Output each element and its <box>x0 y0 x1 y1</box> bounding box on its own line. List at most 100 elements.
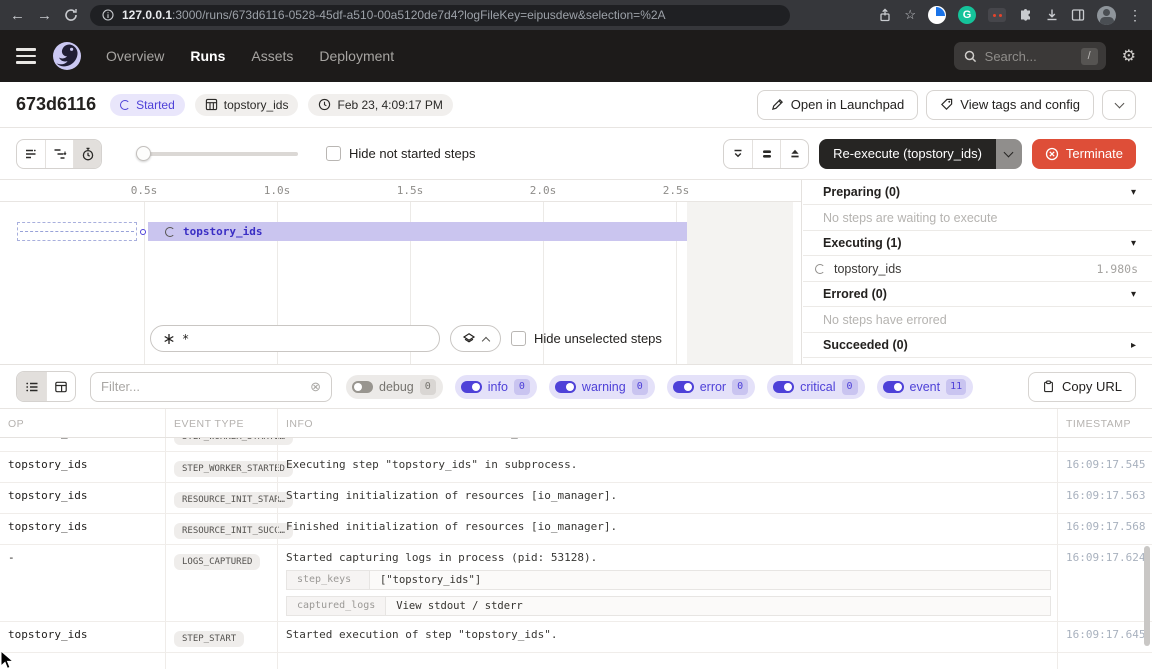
global-search-input[interactable]: Search... / <box>954 42 1106 70</box>
download-icon[interactable] <box>1045 8 1059 22</box>
metadata-key: captured_logs <box>286 596 386 616</box>
log-level-toggle-event[interactable]: event11 <box>877 375 974 399</box>
log-structured-view-button[interactable] <box>46 372 75 401</box>
log-op-cell: topstory_ids <box>0 452 165 482</box>
toggle-knob <box>894 383 902 391</box>
log-table-filler-row <box>0 653 1152 669</box>
log-info-cell: Started execution of step "topstory_ids"… <box>277 622 1057 652</box>
browser-reload-icon[interactable] <box>64 8 78 22</box>
nav-item-runs[interactable]: Runs <box>190 48 225 64</box>
metadata-link[interactable]: View stdout / stderr <box>386 596 1051 616</box>
job-tag-label: topstory_ids <box>224 98 289 112</box>
extensions-puzzle-icon[interactable] <box>1018 8 1033 23</box>
status-section-header-succeeded[interactable]: Succeeded (0)▸ <box>803 333 1152 358</box>
status-section-header-errored[interactable]: Errored (0)▾ <box>803 282 1152 307</box>
run-more-actions-button[interactable] <box>1102 90 1136 120</box>
log-level-toggle-info[interactable]: info0 <box>455 375 537 399</box>
log-info-text: Launching subprocess for "topstory_ids". <box>286 438 1049 439</box>
status-empty-message: No steps have errored <box>803 307 1152 333</box>
browser-forward-icon[interactable]: → <box>37 8 52 23</box>
log-level-count-badge: 0 <box>842 379 858 395</box>
log-level-toggle-warning[interactable]: warning0 <box>549 375 655 399</box>
log-list-view-button[interactable] <box>17 372 46 401</box>
browser-url-bar[interactable]: 127.0.0.1:3000/runs/673d6116-0528-45df-a… <box>90 5 790 26</box>
metadata-key: step_keys <box>286 570 370 590</box>
view-tags-config-button[interactable]: View tags and config <box>926 90 1094 120</box>
table-row[interactable]: topstory_idsRESOURCE_INIT_SUCC…Finished … <box>0 514 1152 545</box>
log-op-cell: topstory_ids <box>0 483 165 513</box>
step-filter-input[interactable] <box>182 332 427 346</box>
browser-back-icon[interactable]: ← <box>10 8 25 23</box>
grammarly-extension-icon[interactable]: G <box>958 6 976 24</box>
hide-unselected-checkbox-row: Hide unselected steps <box>511 331 662 346</box>
step-status-panel: Preparing (0)▾No steps are waiting to ex… <box>803 180 1152 364</box>
nav-item-assets[interactable]: Assets <box>251 48 293 64</box>
gantt-view-mode-group <box>16 139 102 169</box>
log-level-label: event <box>910 380 941 394</box>
table-row[interactable]: topstory_idsRESOURCE_INIT_STAR…Starting … <box>0 483 1152 514</box>
log-op-cell: topstory_ids <box>0 438 165 452</box>
gantt-step-bar[interactable]: topstory_ids <box>148 222 687 241</box>
terminate-button[interactable]: Terminate <box>1032 139 1136 169</box>
nav-item-deployment[interactable]: Deployment <box>319 48 394 64</box>
toggle-knob <box>354 383 362 391</box>
log-scrollbar-thumb[interactable] <box>1144 546 1150 646</box>
extension-clock-icon[interactable] <box>928 6 946 24</box>
view-mode-flat-button[interactable] <box>17 140 45 168</box>
column-header-event-type: EVENT TYPE <box>165 409 277 437</box>
log-level-toggle-critical[interactable]: critical0 <box>767 375 864 399</box>
status-section-title: Executing (1) <box>823 236 1131 250</box>
graph-query-toggle-button[interactable] <box>450 325 501 352</box>
open-in-launchpad-button[interactable]: Open in Launchpad <box>757 90 918 120</box>
hamburger-menu-icon[interactable] <box>16 48 36 63</box>
log-info-text: Executing step "topstory_ids" in subproc… <box>286 458 1049 471</box>
settings-gear-icon[interactable]: ⚙ <box>1122 46 1136 66</box>
gantt-future-region <box>687 202 793 364</box>
view-mode-timed-button[interactable] <box>73 140 101 168</box>
log-filter-input[interactable] <box>101 379 302 394</box>
hide-unselected-checkbox[interactable] <box>511 331 526 346</box>
expand-rows-button[interactable] <box>752 140 780 168</box>
site-info-icon[interactable] <box>102 9 114 21</box>
log-filter-input-wrap: ⊗ <box>90 372 332 402</box>
table-row[interactable]: -LOGS_CAPTUREDStarted capturing logs in … <box>0 545 1152 622</box>
nav-item-overview[interactable]: Overview <box>106 48 164 64</box>
run-start-time: Feb 23, 4:09:17 PM <box>308 94 452 116</box>
status-section-header-preparing[interactable]: Preparing (0)▾ <box>803 180 1152 205</box>
dagster-logo[interactable] <box>52 41 82 71</box>
table-row[interactable]: topstory_idsSTEP_WORKER_STARTI…Launching… <box>0 438 1152 452</box>
gantt-time-axis: 0.5s1.0s1.5s2.0s2.5s <box>0 180 801 202</box>
event-type-badge: STEP_WORKER_STARTED <box>174 461 293 477</box>
column-header-info: INFO <box>277 409 1057 437</box>
status-section-title: Errored (0) <box>823 287 1131 301</box>
toggle-switch-icon <box>555 381 576 393</box>
browser-profile-avatar[interactable] <box>1097 6 1116 25</box>
job-tag[interactable]: topstory_ids <box>195 94 299 116</box>
collapse-up-button[interactable] <box>780 140 808 168</box>
slider-thumb[interactable] <box>136 146 151 161</box>
robot-extension-icon[interactable] <box>988 8 1006 22</box>
table-row[interactable]: topstory_idsSTEP_STARTStarted execution … <box>0 622 1152 653</box>
log-info-cell: Started capturing logs in process (pid: … <box>277 545 1057 621</box>
gantt-zoom-slider[interactable] <box>138 152 298 156</box>
browser-menu-icon[interactable]: ⋮ <box>1128 7 1142 24</box>
log-info-text: Started capturing logs in process (pid: … <box>286 551 1049 564</box>
log-level-label: error <box>700 380 726 394</box>
hide-not-started-checkbox[interactable] <box>326 146 341 161</box>
gantt-expand-group <box>723 139 809 169</box>
bookmark-star-icon[interactable]: ☆ <box>904 7 916 23</box>
view-mode-waterfall-button[interactable] <box>45 140 73 168</box>
share-icon[interactable] <box>878 8 892 22</box>
log-level-toggle-error[interactable]: error0 <box>667 375 755 399</box>
clear-filter-icon[interactable]: ⊗ <box>310 379 321 395</box>
log-level-toggle-debug[interactable]: debug0 <box>346 375 443 399</box>
sidebar-toggle-icon[interactable] <box>1071 8 1085 22</box>
status-step-row[interactable]: topstory_ids1.980s <box>803 256 1152 282</box>
reexecute-button[interactable]: Re-execute (topstory_ids) <box>819 139 996 169</box>
copy-url-button[interactable]: Copy URL <box>1028 372 1136 402</box>
reexecute-dropdown-button[interactable] <box>996 139 1022 169</box>
table-row[interactable]: topstory_ids STEP_WORKER_STARTEDExecuting… <box>0 452 1152 483</box>
collapse-down-button[interactable] <box>724 140 752 168</box>
log-timestamp-cell: 16:09:17.624 <box>1057 545 1152 621</box>
status-section-header-executing[interactable]: Executing (1)▾ <box>803 231 1152 256</box>
